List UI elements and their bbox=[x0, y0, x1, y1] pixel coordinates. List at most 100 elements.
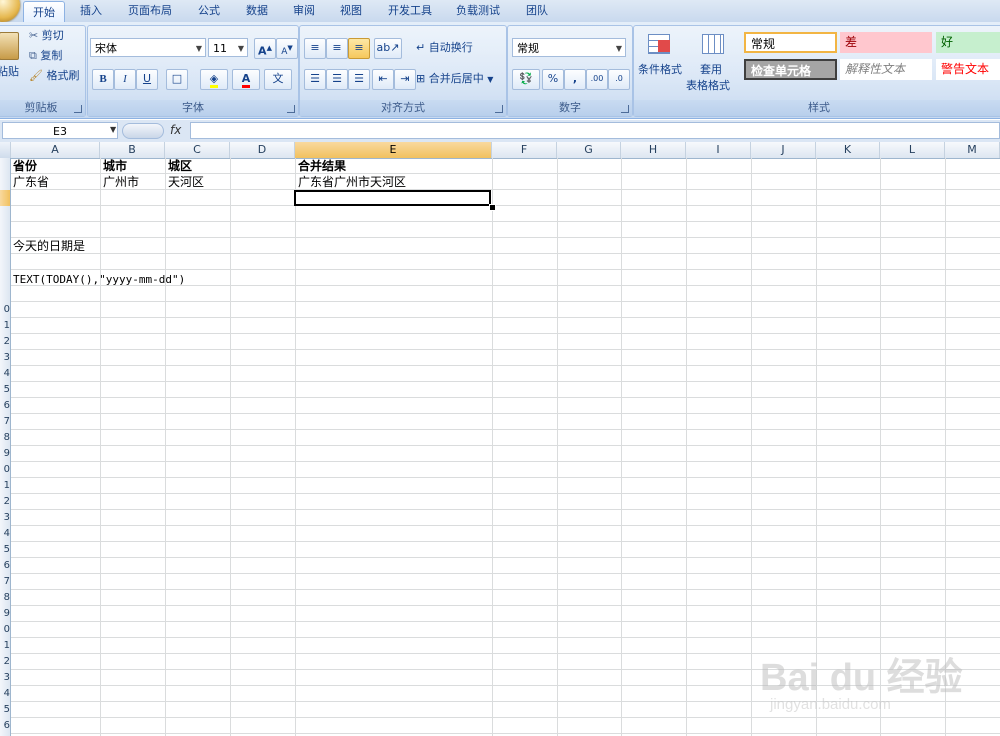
row-number[interactable]: 8 bbox=[0, 432, 10, 443]
formula-bar-expand-handle[interactable] bbox=[122, 123, 164, 139]
style-bad[interactable]: 差 bbox=[840, 32, 932, 53]
row-number[interactable]: 5 bbox=[0, 704, 10, 715]
column-header-h[interactable]: H bbox=[621, 142, 686, 158]
tab-view[interactable]: 视图 bbox=[332, 0, 370, 22]
row-number[interactable]: 4 bbox=[0, 528, 10, 539]
align-center-button[interactable]: ☰ bbox=[326, 69, 348, 90]
column-header-i[interactable]: I bbox=[686, 142, 751, 158]
bold-button[interactable]: B bbox=[92, 69, 114, 90]
conditional-format-button[interactable]: 条件格式 bbox=[638, 60, 682, 80]
tab-data[interactable]: 数据 bbox=[238, 0, 276, 22]
column-header-j[interactable]: J bbox=[751, 142, 816, 158]
row-number[interactable]: 9 bbox=[0, 608, 10, 619]
tab-review[interactable]: 审阅 bbox=[285, 0, 323, 22]
font-size-select[interactable]: 11 ▼ bbox=[208, 38, 248, 57]
align-top-button[interactable]: ≡ bbox=[304, 38, 326, 59]
row-number[interactable]: 0 bbox=[0, 304, 10, 315]
fill-color-button[interactable]: ◈ bbox=[200, 69, 228, 90]
decrease-decimal-button[interactable]: .0 bbox=[608, 69, 630, 90]
cell-e1[interactable]: 合并结果 bbox=[298, 158, 346, 174]
row-number[interactable]: 5 bbox=[0, 544, 10, 555]
cut-button[interactable]: ✂ 剪切 bbox=[29, 26, 64, 46]
align-middle-button[interactable]: ≡ bbox=[326, 38, 348, 59]
underline-button[interactable]: U bbox=[136, 69, 158, 90]
active-cell-e3[interactable] bbox=[294, 190, 491, 206]
row-number[interactable]: 0 bbox=[0, 624, 10, 635]
style-explanatory[interactable]: 解释性文本 bbox=[840, 59, 932, 80]
align-left-button[interactable]: ☰ bbox=[304, 69, 326, 90]
name-box[interactable]: E3 bbox=[2, 122, 118, 139]
table-format-icon[interactable] bbox=[700, 32, 726, 56]
column-header-k[interactable]: K bbox=[816, 142, 880, 158]
row-number[interactable]: 6 bbox=[0, 560, 10, 571]
row-number[interactable]: 1 bbox=[0, 480, 10, 491]
tab-formulas[interactable]: 公式 bbox=[190, 0, 228, 22]
row-number[interactable]: 0 bbox=[0, 464, 10, 475]
row-number[interactable]: 7 bbox=[0, 416, 10, 427]
align-right-button[interactable]: ☰ bbox=[348, 69, 370, 90]
merge-center-button[interactable]: ⊞ 合并后居中 ▼ bbox=[416, 69, 493, 89]
row-number[interactable]: 3 bbox=[0, 512, 10, 523]
column-header-e[interactable]: E bbox=[295, 142, 492, 158]
shrink-font-button[interactable]: A▼ bbox=[276, 38, 298, 59]
style-warning[interactable]: 警告文本 bbox=[936, 59, 1000, 80]
border-button[interactable]: □ bbox=[166, 69, 188, 90]
fill-handle[interactable] bbox=[489, 204, 496, 211]
paste-button[interactable]: 粘贴 bbox=[0, 62, 19, 82]
percent-button[interactable]: % bbox=[542, 69, 564, 90]
italic-button[interactable]: I bbox=[114, 69, 136, 90]
grow-font-button[interactable]: A▲ bbox=[254, 38, 276, 59]
cell-e2[interactable]: 广东省广州市天河区 bbox=[298, 174, 406, 190]
font-name-select[interactable]: 宋体 ▼ bbox=[90, 38, 206, 57]
row-number[interactable]: 4 bbox=[0, 368, 10, 379]
formula-input[interactable] bbox=[190, 122, 1000, 139]
column-header-g[interactable]: G bbox=[557, 142, 621, 158]
name-box-chevron-down-icon[interactable]: ▼ bbox=[110, 125, 116, 134]
column-header-l[interactable]: L bbox=[880, 142, 945, 158]
tab-load-test[interactable]: 负载测试 bbox=[450, 0, 506, 22]
decrease-indent-button[interactable]: ⇤ bbox=[372, 69, 394, 90]
office-button[interactable] bbox=[0, 0, 20, 22]
font-color-button[interactable]: A bbox=[232, 69, 260, 90]
table-format-label-2[interactable]: 表格格式 bbox=[686, 76, 730, 96]
row-number[interactable]: 2 bbox=[0, 656, 10, 667]
dialog-launcher-icon[interactable] bbox=[287, 105, 295, 113]
style-good[interactable]: 好 bbox=[936, 32, 1000, 53]
wrap-text-button[interactable]: ↵ 自动换行 bbox=[416, 38, 473, 58]
align-bottom-button[interactable]: ≡ bbox=[348, 38, 370, 59]
tab-insert[interactable]: 插入 bbox=[72, 0, 110, 22]
tab-page-layout[interactable]: 页面布局 bbox=[122, 0, 178, 22]
row-number[interactable]: 3 bbox=[0, 672, 10, 683]
column-header-a[interactable]: A bbox=[11, 142, 100, 158]
row-number[interactable]: 4 bbox=[0, 688, 10, 699]
cell-c1[interactable]: 城区 bbox=[168, 158, 192, 174]
copy-button[interactable]: ⧉ 复制 bbox=[29, 46, 62, 66]
cell-a8[interactable]: TEXT(TODAY(),"yyyy-mm-dd") bbox=[13, 272, 185, 288]
row-number[interactable]: 2 bbox=[0, 336, 10, 347]
row-number[interactable]: 1 bbox=[0, 320, 10, 331]
row-number[interactable]: 7 bbox=[0, 576, 10, 587]
cell-a1[interactable]: 省份 bbox=[13, 158, 37, 174]
style-normal[interactable]: 常规 bbox=[744, 32, 837, 53]
dialog-launcher-icon[interactable] bbox=[74, 105, 82, 113]
phonetic-button[interactable]: 文 bbox=[264, 69, 292, 90]
conditional-format-icon[interactable] bbox=[646, 32, 672, 56]
cell-b1[interactable]: 城市 bbox=[103, 158, 127, 174]
row-number[interactable]: 9 bbox=[0, 448, 10, 459]
format-painter-button[interactable]: 🖌 格式刷 bbox=[29, 66, 79, 86]
cell-a6[interactable]: 今天的日期是 bbox=[13, 238, 85, 254]
paste-icon[interactable] bbox=[0, 32, 19, 60]
comma-button[interactable]: , bbox=[564, 69, 586, 90]
cell-a2[interactable]: 广东省 bbox=[13, 174, 49, 190]
row-number[interactable]: 3 bbox=[0, 352, 10, 363]
select-all-button[interactable] bbox=[0, 142, 11, 158]
accounting-format-button[interactable]: 💱 bbox=[512, 69, 540, 90]
insert-function-button[interactable]: fx bbox=[170, 123, 181, 137]
row-number[interactable]: 1 bbox=[0, 640, 10, 651]
column-header-c[interactable]: C bbox=[165, 142, 230, 158]
column-header-f[interactable]: F bbox=[492, 142, 557, 158]
increase-indent-button[interactable]: ⇥ bbox=[394, 69, 416, 90]
column-header-d[interactable]: D bbox=[230, 142, 295, 158]
row-header-selected[interactable] bbox=[0, 190, 10, 206]
tab-developer[interactable]: 开发工具 bbox=[382, 0, 438, 22]
